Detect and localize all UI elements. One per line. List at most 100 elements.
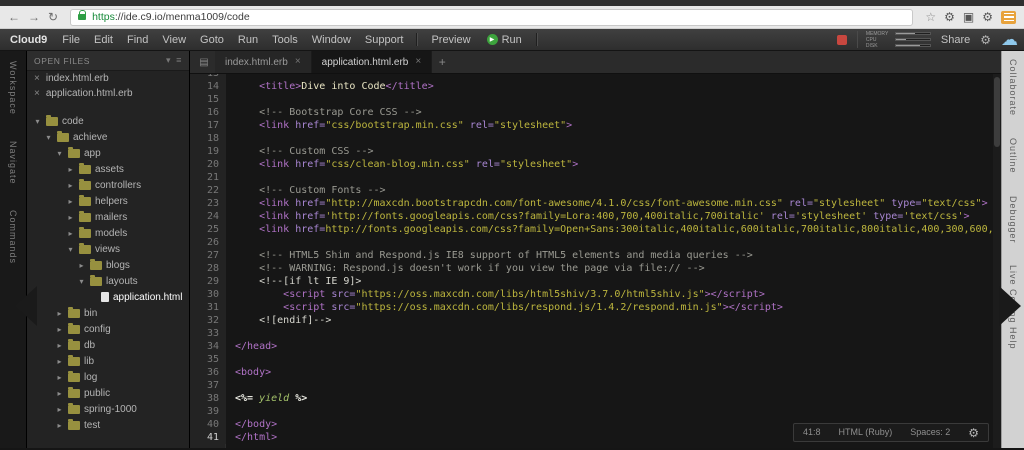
left-rail-commands[interactable]: Commands	[8, 210, 18, 264]
code-line[interactable]: 22 <!-- Custom Fonts -->	[190, 184, 1001, 197]
close-icon[interactable]: ×	[415, 57, 421, 67]
code-line[interactable]: 15	[190, 93, 1001, 106]
chevron-right-icon[interactable]: ▸	[66, 197, 75, 206]
open-file-item[interactable]: × application.html.erb	[27, 86, 189, 101]
tab-index-html-erb[interactable]: index.html.erb ×	[215, 51, 312, 73]
code-line[interactable]: 18	[190, 132, 1001, 145]
notification-icon[interactable]	[836, 34, 847, 45]
settings-gear-icon[interactable]: ⚙	[980, 34, 991, 46]
extension-icon-2[interactable]: ▣	[963, 11, 974, 23]
back-icon[interactable]: ←	[8, 11, 20, 23]
left-rail-workspace[interactable]: Workspace	[8, 61, 18, 115]
chevron-right-icon[interactable]: ▸	[55, 325, 64, 334]
extension-icon-3[interactable]: ⚙	[982, 11, 993, 23]
share-button[interactable]: Share	[941, 34, 970, 46]
code-line[interactable]: 19 <!-- Custom CSS -->	[190, 145, 1001, 158]
code-line[interactable]: 31 <script src="https://oss.maxcdn.com/l…	[190, 301, 1001, 314]
code-line[interactable]: 35	[190, 353, 1001, 366]
chevron-right-icon[interactable]: ▸	[55, 309, 64, 318]
close-icon[interactable]: ×	[34, 73, 40, 84]
new-tab-button[interactable]: +	[432, 51, 452, 73]
chevron-right-icon[interactable]: ▸	[66, 165, 75, 174]
menu-window[interactable]: Window	[305, 34, 358, 46]
tree-folder-helpers[interactable]: ▸ helpers	[27, 193, 189, 209]
code-line[interactable]: 28 <!-- WARNING: Respond.js doesn't work…	[190, 262, 1001, 275]
code-line[interactable]: 39	[190, 405, 1001, 418]
left-rail-navigate[interactable]: Navigate	[8, 141, 18, 185]
tab-list-icon[interactable]: ▤	[193, 51, 215, 73]
tree-file-application-html[interactable]: application.html	[27, 289, 189, 305]
chevron-right-icon[interactable]: ▸	[66, 213, 75, 222]
status-gear-icon[interactable]: ⚙	[968, 427, 979, 439]
code-line[interactable]: 37	[190, 379, 1001, 392]
tree-folder-models[interactable]: ▸ models	[27, 225, 189, 241]
chevron-right-icon[interactable]: ▸	[55, 373, 64, 382]
menu-edit[interactable]: Edit	[87, 34, 120, 46]
code-line[interactable]: 38 <%= yield %>	[190, 392, 1001, 405]
forward-icon[interactable]: →	[28, 11, 40, 23]
chevron-down-icon[interactable]: ▾	[44, 133, 53, 142]
panel-collapse-icon[interactable]: ▾	[166, 55, 171, 66]
code-line[interactable]: 32 <![endif]-->	[190, 314, 1001, 327]
tree-folder-mailers[interactable]: ▸ mailers	[27, 209, 189, 225]
chevron-right-icon[interactable]: ▸	[66, 229, 75, 238]
tree-folder-assets[interactable]: ▸ assets	[27, 161, 189, 177]
browser-menu-icon[interactable]	[1001, 10, 1016, 24]
indent-setting[interactable]: Spaces: 2	[910, 426, 950, 439]
right-rail-debugger[interactable]: Debugger	[1008, 196, 1018, 244]
tab-application-html-erb[interactable]: application.html.erb ×	[311, 51, 433, 73]
code-line[interactable]: 21	[190, 171, 1001, 184]
preview-button[interactable]: Preview	[423, 34, 478, 46]
chevron-right-icon[interactable]: ▸	[55, 405, 64, 414]
chevron-down-icon[interactable]: ▾	[66, 245, 75, 254]
code-line[interactable]: 26	[190, 236, 1001, 249]
chevron-right-icon[interactable]: ▸	[55, 357, 64, 366]
close-icon[interactable]: ×	[295, 57, 301, 67]
menu-find[interactable]: Find	[120, 34, 155, 46]
reload-icon[interactable]: ↻	[48, 11, 58, 23]
code-line[interactable]: 27 <!-- HTML5 Shim and Respond.js IE8 su…	[190, 249, 1001, 262]
tree-folder-achieve[interactable]: ▾ achieve	[27, 129, 189, 145]
menu-support[interactable]: Support	[358, 34, 411, 46]
tree-folder-layouts[interactable]: ▾ layouts	[27, 273, 189, 289]
extension-icon-1[interactable]: ⚙	[944, 11, 955, 23]
tree-folder-blogs[interactable]: ▸ blogs	[27, 257, 189, 273]
code-line[interactable]: 30 <script src="https://oss.maxcdn.com/l…	[190, 288, 1001, 301]
chevron-down-icon[interactable]: ▾	[33, 117, 42, 126]
code-line[interactable]: 24 <link href='http://fonts.googleapis.c…	[190, 210, 1001, 223]
editor-scrollbar[interactable]	[993, 74, 1001, 448]
tree-folder-bin[interactable]: ▸ bin	[27, 305, 189, 321]
tree-folder-db[interactable]: ▸ db	[27, 337, 189, 353]
chevron-right-icon[interactable]: ▸	[55, 421, 64, 430]
tree-folder-views[interactable]: ▾ views	[27, 241, 189, 257]
tree-folder-config[interactable]: ▸ config	[27, 321, 189, 337]
chevron-right-icon[interactable]: ▸	[55, 389, 64, 398]
tree-folder-public[interactable]: ▸ public	[27, 385, 189, 401]
menu-goto[interactable]: Goto	[193, 34, 231, 46]
menu-tools[interactable]: Tools	[265, 34, 305, 46]
carousel-prev-arrow[interactable]	[15, 286, 37, 326]
run-button[interactable]: ▶ Run	[479, 34, 530, 46]
menu-run[interactable]: Run	[231, 34, 265, 46]
menu-view[interactable]: View	[155, 34, 193, 46]
code-line[interactable]: 20 <link href="css/clean-blog.min.css" r…	[190, 158, 1001, 171]
right-rail-collaborate[interactable]: Collaborate	[1008, 59, 1018, 116]
open-file-item[interactable]: × index.html.erb	[27, 71, 189, 86]
code-line[interactable]: 34 </head>	[190, 340, 1001, 353]
code-line[interactable]: 14 <title>Dive into Code</title>	[190, 80, 1001, 93]
tree-folder-spring-1000[interactable]: ▸ spring-1000	[27, 401, 189, 417]
tree-folder-test[interactable]: ▸ test	[27, 417, 189, 433]
code-area[interactable]: 1314 <title>Dive into Code</title>1516 <…	[190, 74, 1001, 448]
address-bar[interactable]: https ://ide.c9.io/menma1009/code	[70, 8, 914, 26]
code-line[interactable]: 25 <link href=http://fonts.googleapis.co…	[190, 223, 1001, 236]
menu-cloud9[interactable]: Cloud9	[6, 34, 55, 46]
carousel-next-arrow[interactable]	[999, 286, 1021, 326]
tree-folder-lib[interactable]: ▸ lib	[27, 353, 189, 369]
chevron-right-icon[interactable]: ▸	[66, 181, 75, 190]
bookmark-star-icon[interactable]: ☆	[925, 10, 936, 24]
tree-folder-controllers[interactable]: ▸ controllers	[27, 177, 189, 193]
code-line[interactable]: 36 <body>	[190, 366, 1001, 379]
chevron-right-icon[interactable]: ▸	[55, 341, 64, 350]
code-line[interactable]: 29 <!--[if lt IE 9]>	[190, 275, 1001, 288]
tree-folder-code[interactable]: ▾ code	[27, 113, 189, 129]
